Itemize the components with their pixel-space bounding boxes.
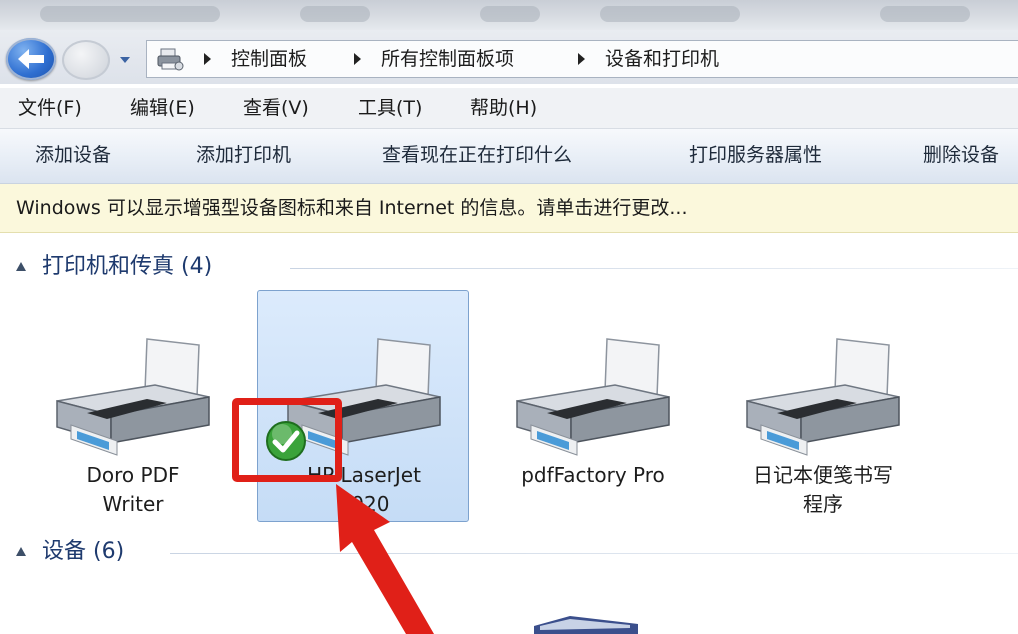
menu-bar: 文件(F) 编辑(E) 查看(V) 工具(T) 帮助(H): [0, 88, 1018, 129]
printer-name-line: Doro PDF: [86, 463, 180, 487]
printer-icon: [56, 338, 210, 456]
add-printer-button[interactable]: 添加打印机: [196, 142, 291, 168]
crumb-separator[interactable]: [204, 53, 211, 65]
collapse-icon[interactable]: [16, 262, 26, 271]
info-bar-message[interactable]: Windows 可以显示增强型设备图标和来自 Internet 的信息。请单击进…: [16, 195, 688, 221]
titlebar-blur: [40, 6, 220, 22]
printer-tile[interactable]: pdfFactory Pro: [486, 290, 698, 522]
printer-name-line: 日记本便笺书写: [753, 463, 893, 487]
print-server-properties-button[interactable]: 打印服务器属性: [689, 142, 822, 168]
printer-name: Doro PDF Writer: [27, 461, 239, 519]
menu-view[interactable]: 查看(V): [243, 95, 309, 121]
breadcrumb-devices-printers[interactable]: 设备和打印机: [605, 45, 719, 73]
printer-name-line: Writer: [102, 492, 164, 516]
address-bar[interactable]: 控制面板 所有控制面板项 设备和打印机: [146, 40, 1018, 78]
titlebar-blur: [480, 6, 540, 22]
forward-button[interactable]: [62, 40, 110, 80]
printer-tile[interactable]: 日记本便笺书写 程序: [716, 290, 928, 522]
menu-edit[interactable]: 编辑(E): [130, 95, 195, 121]
printer-icon: [746, 338, 900, 456]
add-device-button[interactable]: 添加设备: [35, 142, 111, 168]
collapse-icon[interactable]: [16, 547, 26, 556]
group-divider: [290, 268, 1018, 269]
menu-help[interactable]: 帮助(H): [470, 95, 537, 121]
titlebar-blur: [600, 6, 740, 22]
command-bar: 添加设备 添加打印机 查看现在正在打印什么 打印服务器属性 删除设备: [0, 129, 1018, 184]
crumb-separator[interactable]: [354, 53, 361, 65]
device-icon[interactable]: [530, 612, 640, 634]
window-titlebar: [0, 0, 1018, 30]
remove-device-button[interactable]: 删除设备: [923, 142, 999, 168]
printer-name-line: pdfFactory Pro: [521, 463, 665, 487]
menu-tools[interactable]: 工具(T): [358, 95, 422, 121]
back-arrow-icon: [18, 49, 44, 69]
group-header-devices[interactable]: 设备 (6): [0, 534, 1018, 570]
navigation-bar: 控制面板 所有控制面板项 设备和打印机: [0, 30, 1018, 84]
group-title-devices: 设备 (6): [42, 539, 125, 564]
printer-name: pdfFactory Pro: [487, 461, 699, 490]
printer-name-line: 程序: [803, 492, 843, 516]
devices-printers-icon: [157, 48, 184, 71]
titlebar-blur: [300, 6, 370, 22]
annotation-highlight-box: [232, 398, 342, 482]
printer-name: 日记本便笺书写 程序: [717, 461, 929, 519]
breadcrumb-control-panel[interactable]: 控制面板: [231, 45, 307, 73]
menu-file[interactable]: 文件(F): [18, 95, 82, 121]
back-button[interactable]: [6, 38, 56, 80]
info-bar: Windows 可以显示增强型设备图标和来自 Internet 的信息。请单击进…: [0, 184, 1018, 233]
printer-tile[interactable]: Doro PDF Writer: [26, 290, 238, 522]
group-header-printers[interactable]: 打印机和传真 (4): [0, 249, 1018, 285]
group-divider: [170, 553, 1018, 554]
red-arrow-icon: [336, 484, 434, 634]
see-whats-printing-button[interactable]: 查看现在正在打印什么: [382, 142, 572, 168]
titlebar-blur: [880, 6, 970, 22]
group-title-printers: 打印机和传真 (4): [42, 254, 213, 279]
chevron-down-icon[interactable]: [118, 53, 132, 67]
breadcrumb-all-items[interactable]: 所有控制面板项: [381, 45, 514, 73]
printer-icon: [516, 338, 670, 456]
crumb-separator[interactable]: [578, 53, 585, 65]
